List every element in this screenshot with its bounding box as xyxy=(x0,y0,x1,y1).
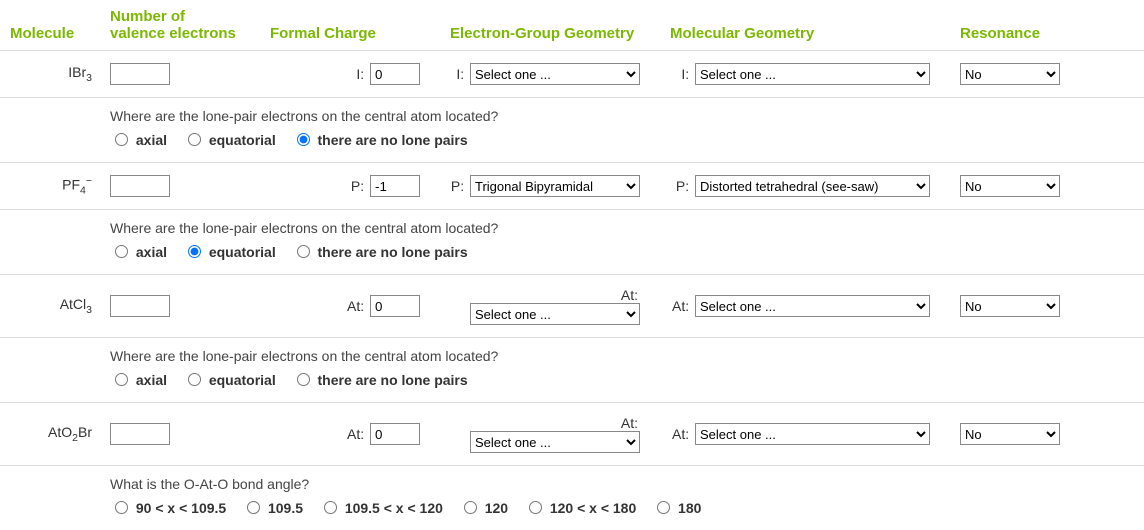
mg-atom-label: At: xyxy=(672,298,689,314)
lone-pair-subrow: Where are the lone-pair electrons on the… xyxy=(0,210,1144,275)
resonance-select[interactable]: No xyxy=(960,63,1060,85)
electron-group-geometry-select[interactable]: Select one ... xyxy=(470,431,640,453)
header-valence: Number of valence electrons xyxy=(110,8,270,42)
molecule-label: IBr3 xyxy=(10,64,110,84)
molecular-geometry-select[interactable]: Select one ... xyxy=(695,295,930,317)
lone-pair-option-axial[interactable]: axial xyxy=(110,372,167,388)
header-mg: Molecular Geometry xyxy=(670,25,960,42)
header-formal: Formal Charge xyxy=(270,25,450,42)
table-row: AtO2Br At: At: Select one ... At: Select… xyxy=(0,403,1144,466)
valence-input[interactable] xyxy=(110,423,170,445)
egg-atom-label: P: xyxy=(451,178,464,194)
molecular-geometry-select[interactable]: Select one ... xyxy=(695,423,930,445)
resonance-select[interactable]: No xyxy=(960,423,1060,445)
lone-pair-option-none[interactable]: there are no lone pairs xyxy=(292,244,468,260)
formal-charge-input[interactable] xyxy=(370,63,420,85)
lone-pair-option-none[interactable]: there are no lone pairs xyxy=(292,132,468,148)
formal-charge-input[interactable] xyxy=(370,295,420,317)
resonance-select[interactable]: No xyxy=(960,175,1060,197)
bond-angle-option[interactable]: 109.5 < x < 120 xyxy=(319,500,443,516)
header-molecule: Molecule xyxy=(10,25,110,42)
mg-atom-label: P: xyxy=(676,178,689,194)
formal-charge-input[interactable] xyxy=(370,175,420,197)
molecule-label: PF4− xyxy=(10,175,110,196)
bond-angle-option[interactable]: 120 xyxy=(459,500,508,516)
valence-input[interactable] xyxy=(110,175,170,197)
bond-angle-question: What is the O-At-O bond angle? xyxy=(110,476,1134,492)
molecule-label: AtO2Br xyxy=(10,424,110,444)
lone-pair-option-axial[interactable]: axial xyxy=(110,244,167,260)
molecular-geometry-select[interactable]: Distorted tetrahedral (see-saw) xyxy=(695,175,930,197)
lone-pair-question: Where are the lone-pair electrons on the… xyxy=(110,108,1134,124)
fc-atom-label: At: xyxy=(347,426,364,442)
mg-atom-label: At: xyxy=(672,426,689,442)
valence-input[interactable] xyxy=(110,63,170,85)
electron-group-geometry-select[interactable]: Select one ... xyxy=(470,63,640,85)
bond-angle-option[interactable]: 120 < x < 180 xyxy=(524,500,636,516)
lone-pair-subrow: Where are the lone-pair electrons on the… xyxy=(0,98,1144,163)
fc-atom-label: I: xyxy=(356,66,364,82)
bond-angle-option[interactable]: 180 xyxy=(652,500,701,516)
egg-atom-label: At: xyxy=(621,415,638,431)
electron-group-geometry-select[interactable]: Trigonal Bipyramidal xyxy=(470,175,640,197)
mg-atom-label: I: xyxy=(681,66,689,82)
fc-atom-label: At: xyxy=(347,298,364,314)
egg-atom-label: I: xyxy=(456,66,464,82)
lone-pair-question: Where are the lone-pair electrons on the… xyxy=(110,220,1134,236)
bond-angle-subrow: What is the O-At-O bond angle? 90 < x < … xyxy=(0,466,1144,530)
header-res: Resonance xyxy=(960,25,1080,42)
lone-pair-option-equatorial[interactable]: equatorial xyxy=(183,372,276,388)
bond-angle-option[interactable]: 109.5 xyxy=(242,500,303,516)
table-row: AtCl3 At: At: Select one ... At: Select … xyxy=(0,275,1144,338)
table-row: IBr3 I: I: Select one ... I: Select one … xyxy=(0,51,1144,98)
lone-pair-option-equatorial[interactable]: equatorial xyxy=(183,132,276,148)
molecular-geometry-select[interactable]: Select one ... xyxy=(695,63,930,85)
valence-input[interactable] xyxy=(110,295,170,317)
resonance-select[interactable]: No xyxy=(960,295,1060,317)
lone-pair-option-equatorial[interactable]: equatorial xyxy=(183,244,276,260)
electron-group-geometry-select[interactable]: Select one ... xyxy=(470,303,640,325)
lone-pair-question: Where are the lone-pair electrons on the… xyxy=(110,348,1134,364)
lone-pair-option-none[interactable]: there are no lone pairs xyxy=(292,372,468,388)
header-egg: Electron-Group Geometry xyxy=(450,25,670,42)
formal-charge-input[interactable] xyxy=(370,423,420,445)
table-row: PF4− P: P: Trigonal Bipyramidal P: Disto… xyxy=(0,163,1144,210)
molecule-label: AtCl3 xyxy=(10,296,110,316)
egg-atom-label: At: xyxy=(621,287,638,303)
lone-pair-option-axial[interactable]: axial xyxy=(110,132,167,148)
lone-pair-subrow: Where are the lone-pair electrons on the… xyxy=(0,338,1144,403)
bond-angle-option[interactable]: 90 < x < 109.5 xyxy=(110,500,226,516)
fc-atom-label: P: xyxy=(351,178,364,194)
